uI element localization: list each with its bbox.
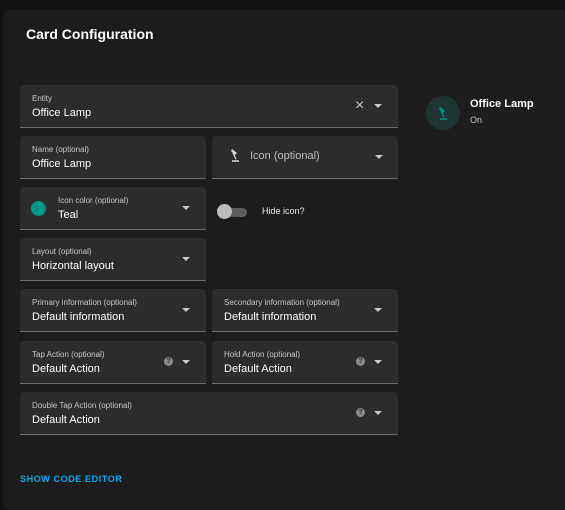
chevron-down-icon[interactable]	[374, 104, 382, 108]
toggle-thumb[interactable]	[217, 204, 232, 219]
chevron-down-icon[interactable]	[374, 360, 382, 364]
tap-action-label: Tap Action (optional)	[32, 350, 105, 359]
preview-state: On	[470, 115, 483, 125]
chevron-down-icon[interactable]	[374, 411, 382, 415]
hold-action-select[interactable]: Hold Action (optional) Default Action ?	[212, 341, 398, 384]
chevron-down-icon[interactable]	[182, 360, 190, 364]
icon-color-value: Teal	[58, 209, 79, 221]
name-label: Name (optional)	[32, 145, 89, 154]
hold-action-label: Hold Action (optional)	[224, 350, 301, 359]
chevron-down-icon[interactable]	[182, 257, 190, 261]
help-icon[interactable]: ?	[356, 357, 365, 366]
layout-value: Horizontal layout	[32, 260, 114, 272]
name-value: Office Lamp	[32, 158, 92, 170]
preview-icon-badge	[426, 96, 460, 130]
secondary-info-value: Default information	[224, 311, 317, 323]
preview-card[interactable]: Office Lamp On	[418, 88, 565, 146]
icon-color-label: Icon color (optional)	[58, 196, 129, 205]
entity-value: Office Lamp	[32, 107, 92, 119]
preview-name: Office Lamp	[470, 98, 534, 110]
primary-info-select[interactable]: Primary information (optional) Default i…	[20, 289, 206, 332]
secondary-info-label: Secondary information (optional)	[224, 298, 340, 307]
dialog-title: Card Configuration	[26, 26, 154, 42]
secondary-info-select[interactable]: Secondary information (optional) Default…	[212, 289, 398, 332]
desk-lamp-icon	[435, 105, 451, 126]
double-tap-action-select[interactable]: Double Tap Action (optional) Default Act…	[20, 392, 398, 435]
entity-select[interactable]: Entity Office Lamp ×	[20, 85, 398, 128]
show-code-editor-button[interactable]: SHOW CODE EDITOR	[20, 474, 122, 484]
color-swatch	[31, 201, 46, 216]
name-field[interactable]: Name (optional) Office Lamp	[20, 136, 206, 179]
primary-info-value: Default information	[32, 311, 125, 323]
layout-label: Layout (optional)	[32, 247, 92, 256]
icon-picker[interactable]: Icon (optional)	[212, 136, 398, 179]
double-tap-action-label: Double Tap Action (optional)	[32, 401, 132, 410]
help-icon[interactable]: ?	[164, 357, 173, 366]
chevron-down-icon[interactable]	[182, 308, 190, 312]
entity-label: Entity	[32, 94, 53, 103]
tap-action-value: Default Action	[32, 363, 100, 375]
primary-info-label: Primary information (optional)	[32, 298, 137, 307]
tap-action-select[interactable]: Tap Action (optional) Default Action ?	[20, 341, 206, 384]
double-tap-action-value: Default Action	[32, 414, 100, 426]
clear-icon[interactable]: ×	[355, 98, 364, 114]
chevron-down-icon[interactable]	[374, 308, 382, 312]
hold-action-value: Default Action	[224, 363, 292, 375]
desk-lamp-icon	[227, 147, 243, 168]
chevron-down-icon[interactable]	[182, 206, 190, 210]
icon-label: Icon (optional)	[250, 150, 320, 162]
icon-color-select[interactable]: Icon color (optional) Teal	[20, 187, 206, 230]
help-icon[interactable]: ?	[356, 408, 365, 417]
chevron-down-icon[interactable]	[375, 155, 383, 159]
hide-icon-label: Hide icon?	[262, 206, 305, 216]
layout-select[interactable]: Layout (optional) Horizontal layout	[20, 238, 206, 281]
